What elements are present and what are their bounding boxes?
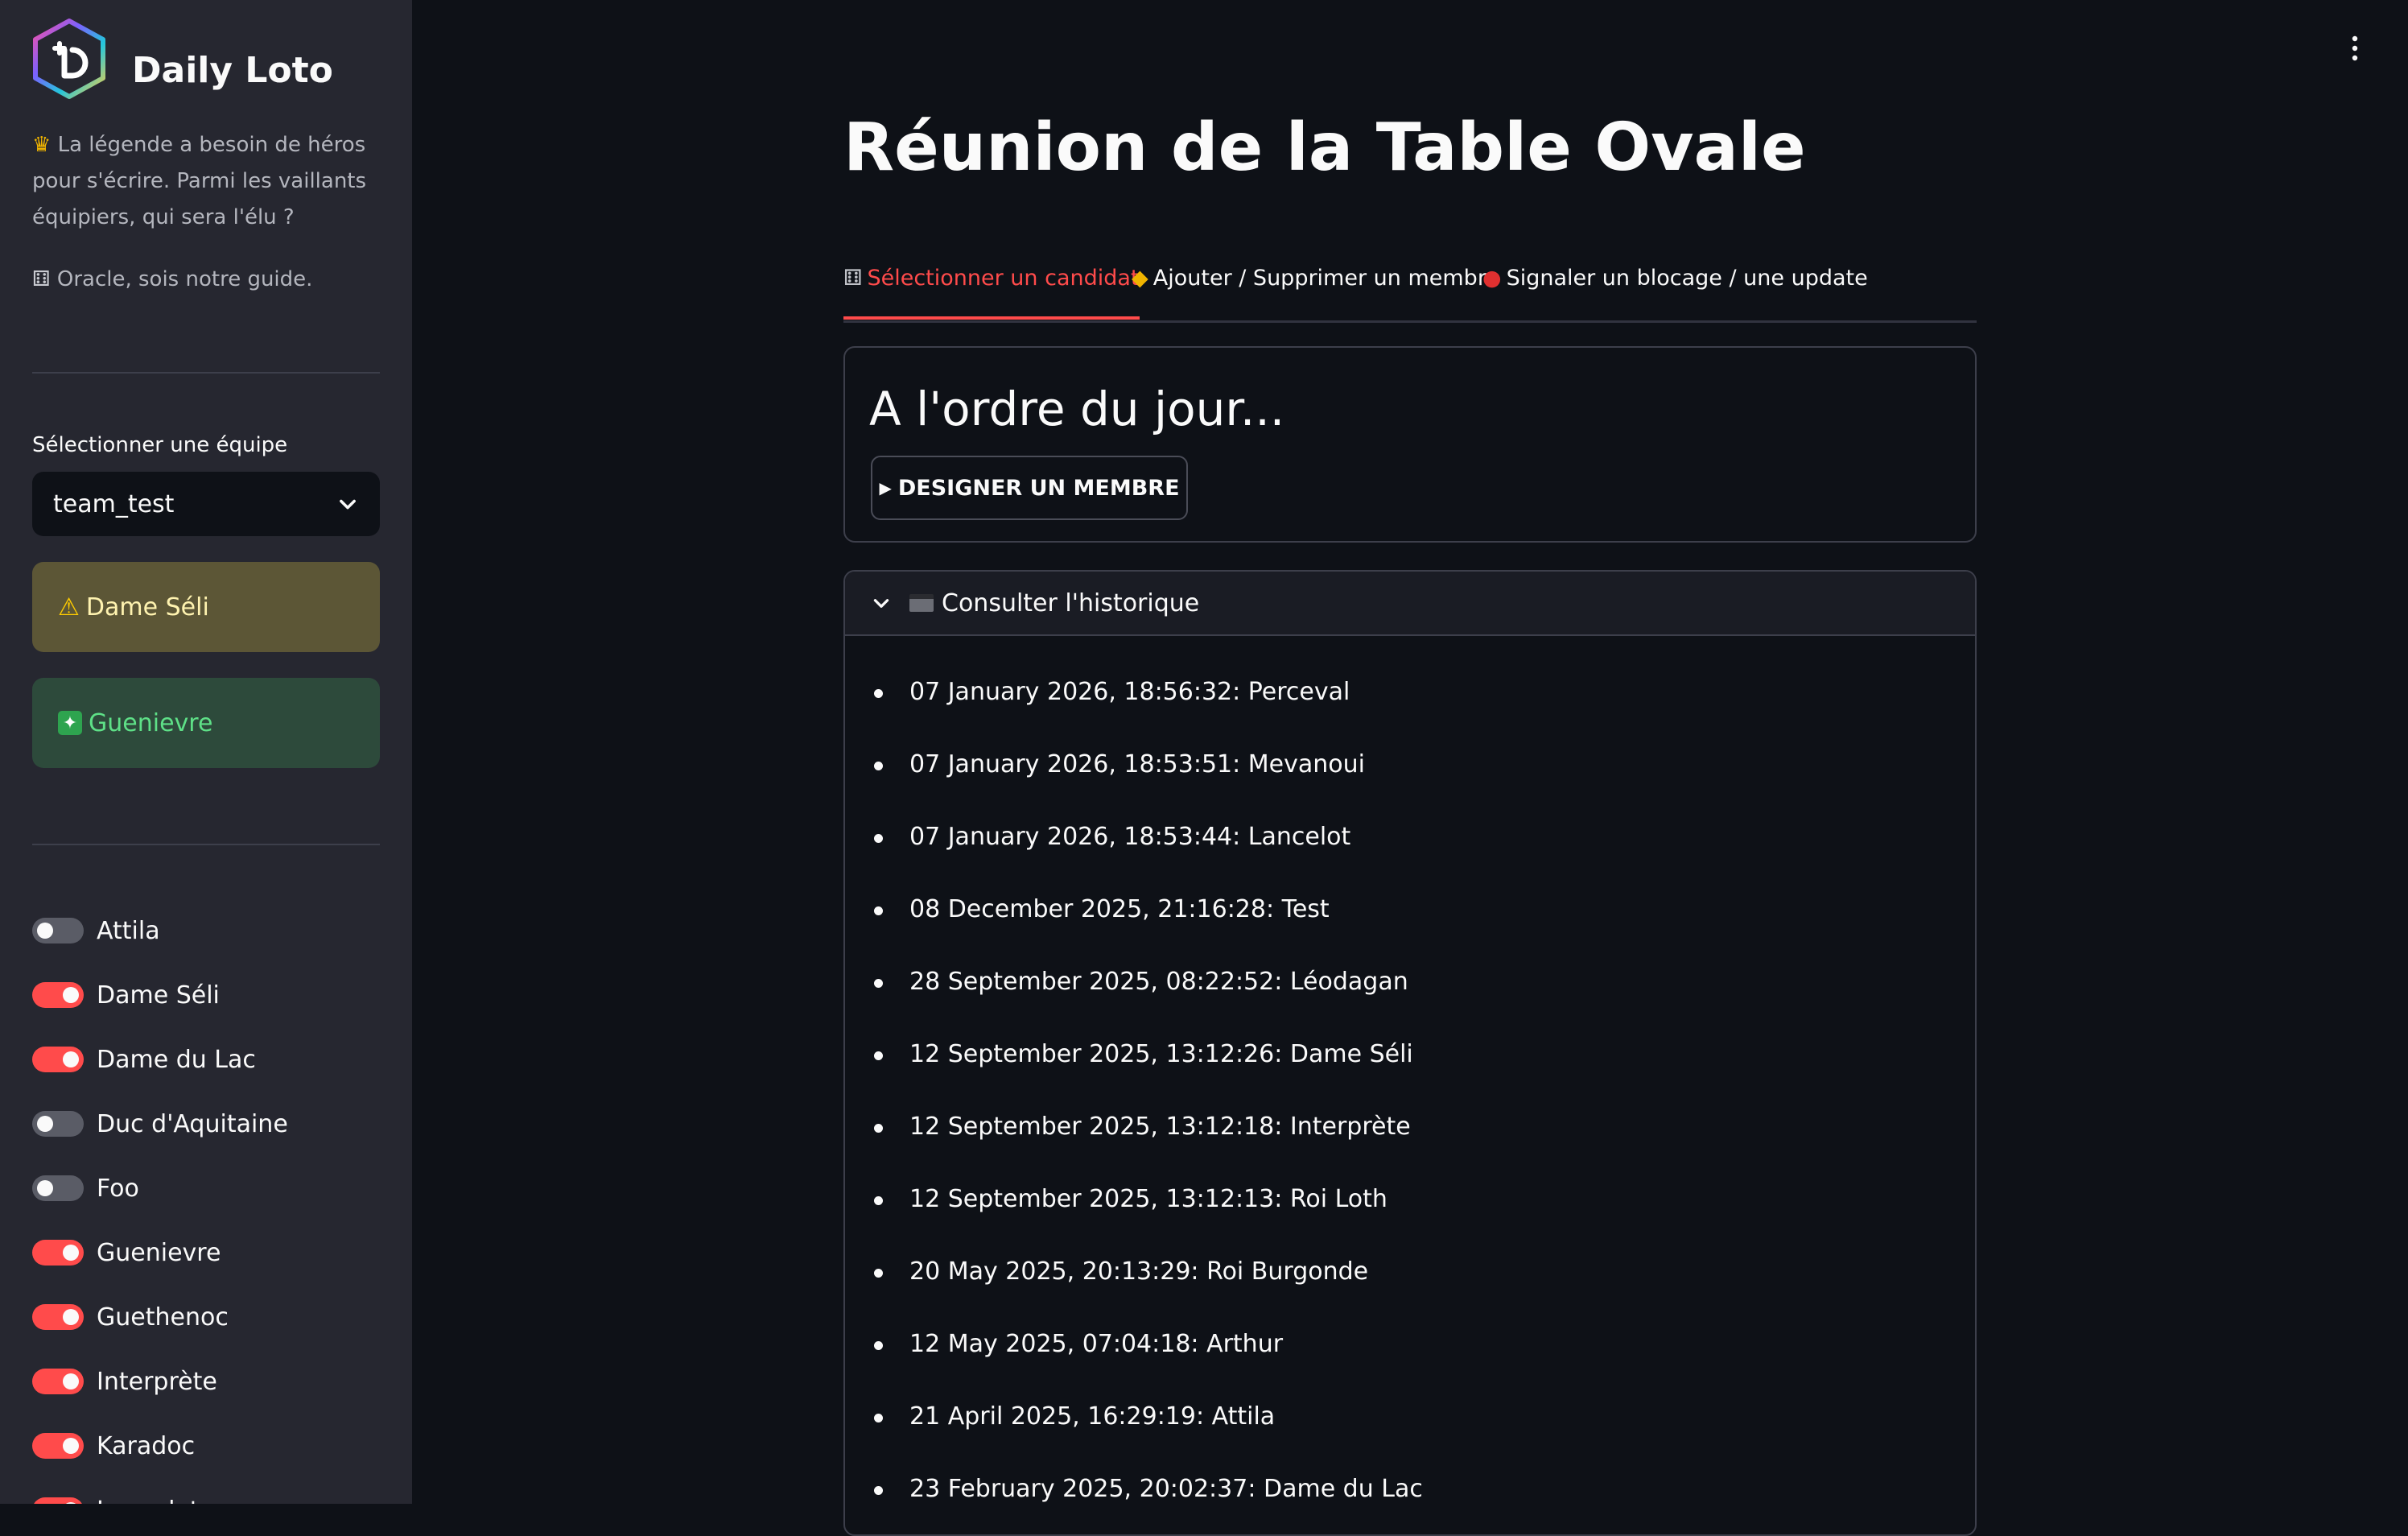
member-toggle-list: Attila Dame Séli Dame du Lac Duc d'Aquit… [32, 898, 288, 1504]
app-title: Daily Loto [132, 50, 333, 91]
member-name: Guenievre [97, 1238, 221, 1267]
card-box-icon [909, 594, 934, 612]
toggle-switch[interactable] [32, 1497, 84, 1504]
history-entry: 07 January 2026, 18:56:32: Perceval [874, 668, 1423, 741]
history-list: 07 January 2026, 18:56:32: Perceval 07 J… [874, 668, 1423, 1534]
member-name: Interprète [97, 1367, 217, 1396]
designate-member-button[interactable]: ▶ DESIGNER UN MEMBRE [871, 456, 1188, 520]
member-toggle-row[interactable]: Karadoc [32, 1414, 288, 1478]
history-entry: 12 September 2025, 13:12:26: Dame Séli [874, 1030, 1423, 1103]
play-icon: ▶ [879, 478, 892, 498]
toggle-switch[interactable] [32, 1240, 84, 1266]
warning-icon: ⚠ [58, 593, 80, 621]
sidebar-intro: ♛ La légende a besoin de héros pour s'éc… [32, 127, 386, 298]
toggle-switch[interactable] [32, 1433, 84, 1459]
agenda-heading: A l'ordre du jour... [869, 382, 1285, 436]
page-title: Réunion de la Table Ovale [843, 109, 1806, 186]
crown-icon: ♛ [32, 133, 52, 157]
tab-label: Signaler un blocage / une update [1506, 266, 1868, 291]
divider [32, 844, 380, 845]
history-entry: 12 September 2025, 13:12:13: Roi Loth [874, 1175, 1423, 1248]
toggle-switch[interactable] [32, 1175, 84, 1201]
chevron-down-icon [340, 499, 356, 510]
history-expander: Consulter l'historique 07 January 2026, … [843, 570, 1977, 1536]
sidebar: Daily Loto ♛ La légende a besoin de héro… [0, 0, 412, 1504]
member-name: Lancelot [97, 1497, 200, 1505]
success-alert: ✦ Guenievre [32, 678, 380, 768]
member-name: Dame Séli [97, 981, 220, 1010]
history-entry: 12 September 2025, 13:12:18: Interprète [874, 1103, 1423, 1175]
sign-icon: ◆ [1132, 266, 1148, 291]
member-toggle-row[interactable]: Foo [32, 1156, 288, 1220]
history-entry: 23 February 2025, 20:02:37: Dame du Lac [874, 1465, 1423, 1534]
oracle-text: Oracle, sois notre guide. [56, 267, 313, 291]
member-toggle-row[interactable]: Duc d'Aquitaine [32, 1092, 288, 1156]
member-name: Attila [97, 916, 160, 945]
intro-text: La légende a besoin de héros pour s'écri… [32, 133, 367, 229]
history-entry: 12 May 2025, 07:04:18: Arthur [874, 1320, 1423, 1393]
tab-add-remove-member[interactable]: ◆ Ajouter / Supprimer un membre [1132, 266, 1499, 320]
designate-button-label: DESIGNER UN MEMBRE [897, 475, 1180, 501]
history-expander-header[interactable]: Consulter l'historique [845, 572, 1975, 636]
member-name: Karadoc [97, 1431, 196, 1460]
history-entry: 08 December 2025, 21:16:28: Test [874, 886, 1423, 958]
tab-report-blocker[interactable]: ● Signaler un blocage / une update [1482, 266, 1868, 320]
toggle-switch[interactable] [32, 1047, 84, 1072]
history-entry: 07 January 2026, 18:53:51: Mevanoui [874, 741, 1423, 813]
history-entry: 28 September 2025, 08:22:52: Léodagan [874, 958, 1423, 1030]
team-select-label: Sélectionner une équipe [32, 433, 288, 457]
history-entry: 20 May 2025, 20:13:29: Roi Burgonde [874, 1248, 1423, 1320]
dice-icon: ⚅ [843, 266, 863, 291]
toggle-switch[interactable] [32, 982, 84, 1008]
toggle-switch[interactable] [32, 918, 84, 943]
team-select-value: team_test [53, 489, 175, 518]
member-toggle-row[interactable]: Lancelot [32, 1478, 288, 1504]
history-entry: 21 April 2025, 16:29:19: Attila [874, 1393, 1423, 1465]
warning-alert-text: Dame Séli [85, 593, 209, 621]
member-name: Duc d'Aquitaine [97, 1109, 288, 1138]
member-toggle-row[interactable]: Guenievre [32, 1220, 288, 1285]
toggle-switch[interactable] [32, 1369, 84, 1394]
main-menu-icon[interactable] [2347, 32, 2363, 64]
dice-icon: ⚅ [32, 267, 51, 291]
tab-label: Sélectionner un candidat [867, 266, 1140, 291]
member-name: Dame du Lac [97, 1045, 256, 1074]
agenda-card: A l'ordre du jour... ▶ DESIGNER UN MEMBR… [843, 346, 1977, 543]
member-name: Foo [97, 1174, 139, 1203]
history-entry: 07 January 2026, 18:53:44: Lancelot [874, 813, 1423, 886]
tab-bar: ⚅ Sélectionner un candidat ◆ Ajouter / Sup… [843, 266, 1977, 323]
success-alert-text: Guenievre [89, 708, 213, 737]
tab-label: Ajouter / Supprimer un membre [1152, 266, 1499, 291]
member-toggle-row[interactable]: Dame du Lac [32, 1027, 288, 1092]
app-logo-icon [33, 19, 105, 99]
toggle-switch[interactable] [32, 1111, 84, 1137]
chevron-down-icon [873, 599, 889, 608]
team-select[interactable]: team_test [32, 472, 380, 536]
member-toggle-row[interactable]: Dame Séli [32, 963, 288, 1027]
member-name: Guethenoc [97, 1303, 229, 1332]
tab-select-candidate[interactable]: ⚅ Sélectionner un candidat [843, 266, 1140, 320]
warning-alert: ⚠ Dame Séli [32, 562, 380, 652]
toggle-switch[interactable] [32, 1304, 84, 1330]
divider [32, 372, 380, 374]
history-title: Consulter l'historique [942, 588, 1200, 617]
member-toggle-row[interactable]: Guethenoc [32, 1285, 288, 1349]
member-toggle-row[interactable]: Interprète [32, 1349, 288, 1414]
sparkle-icon: ✦ [58, 711, 82, 735]
member-toggle-row[interactable]: Attila [32, 898, 288, 963]
red-circle-icon: ● [1482, 266, 1502, 291]
